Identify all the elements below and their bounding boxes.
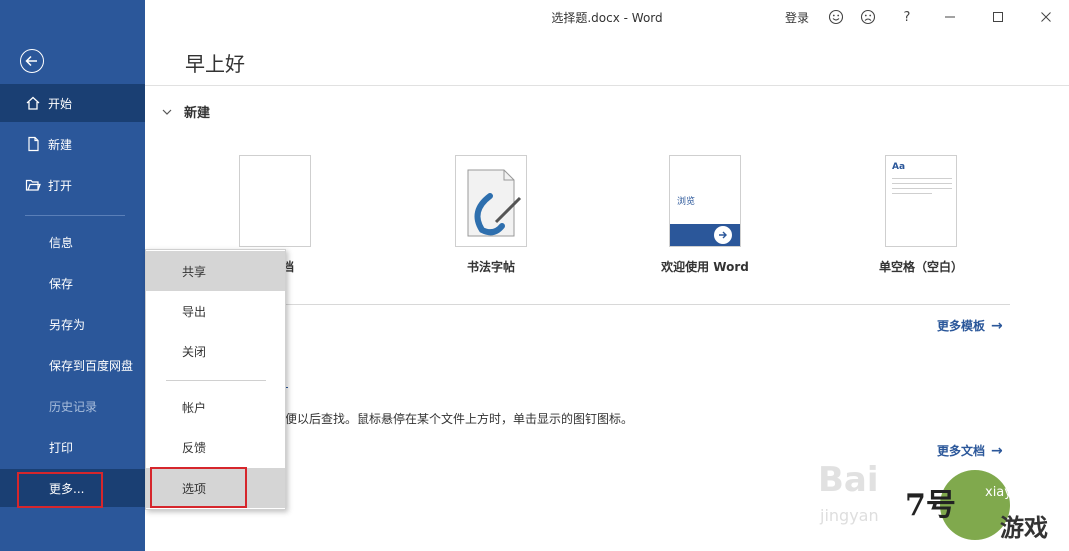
sidebar-item-label: 新建 — [48, 137, 73, 152]
arrow-right-icon: → — [991, 317, 1003, 334]
sidebar-item-label: 保存到百度网盘 — [49, 358, 134, 373]
home-icon — [24, 94, 42, 112]
sidebar-item-label: 信息 — [49, 235, 74, 250]
options-highlight-box — [150, 467, 247, 508]
thumb-line — [892, 193, 932, 194]
menu-item-close[interactable]: 关闭 — [146, 331, 285, 371]
menu-divider — [166, 380, 266, 381]
sidebar-item-info[interactable]: 信息 — [0, 223, 145, 261]
open-folder-icon — [24, 176, 42, 194]
header-divider — [145, 85, 1069, 86]
more-templates-link[interactable]: 更多模板 → — [937, 317, 1003, 334]
smile-feedback-icon[interactable] — [827, 8, 845, 26]
thumb-line — [892, 183, 952, 184]
new-document-icon — [24, 135, 42, 153]
backstage-sidebar: 开始 新建 打开 信息 保存 另存为 保存到百度网盘 历史记录 打印 更多... — [0, 0, 145, 551]
jingyan-watermark: jingyan — [820, 506, 879, 525]
template-thumb-text: Aa — [892, 162, 906, 172]
back-arrow-icon[interactable] — [20, 49, 44, 73]
greeting-heading: 早上好 — [185, 52, 245, 76]
sidebar-item-label: 打开 — [48, 178, 73, 193]
more-documents-link[interactable]: 更多文档 → — [937, 442, 1003, 459]
template-label: 书法字帖 — [466, 260, 515, 274]
template-thumbnail: 浏览 — [669, 155, 741, 247]
sidebar-item-home[interactable]: 开始 — [0, 84, 145, 122]
menu-item-export[interactable]: 导出 — [146, 291, 285, 331]
chevron-down-icon — [160, 105, 178, 119]
sidebar-divider — [25, 215, 125, 216]
title-bar: 选择题.docx - Word 登录 ? — [145, 0, 1069, 34]
template-welcome-word[interactable]: 浏览 欢迎使用 Word — [630, 155, 780, 275]
baidu-watermark: Bai — [818, 460, 879, 500]
minimize-icon[interactable] — [941, 8, 959, 26]
arrow-right-icon: → — [991, 442, 1003, 459]
new-section-label: 新建 — [184, 106, 211, 121]
sidebar-item-label: 历史记录 — [49, 399, 98, 414]
template-thumbnail — [455, 155, 527, 247]
sidebar-item-save[interactable]: 保存 — [0, 264, 145, 302]
sidebar-item-save-as[interactable]: 另存为 — [0, 305, 145, 343]
frown-feedback-icon[interactable] — [859, 8, 877, 26]
maximize-icon[interactable] — [989, 8, 1007, 26]
sidebar-item-print[interactable]: 打印 — [0, 428, 145, 466]
template-thumbnail: Aa — [885, 155, 957, 247]
menu-item-account[interactable]: 帐户 — [146, 387, 285, 427]
more-documents-label: 更多文档 — [937, 444, 986, 458]
more-highlight-box — [17, 472, 103, 508]
sidebar-item-new[interactable]: 新建 — [0, 125, 145, 163]
sidebar-item-label: 另存为 — [49, 317, 86, 332]
recent-empty-hint: 便以后查找。鼠标悬停在某个文件上方时，单击显示的图钉图标。 — [285, 412, 634, 426]
menu-item-share[interactable]: 共享 — [146, 251, 285, 291]
template-single-spaced[interactable]: Aa 单空格（空白） — [846, 155, 996, 275]
site-url-watermark: xiayx.com — [985, 485, 1052, 500]
template-label: 单空格（空白） — [878, 260, 963, 274]
help-icon[interactable]: ? — [898, 8, 916, 26]
thumb-line — [892, 188, 952, 189]
menu-item-label: 帐户 — [182, 400, 207, 415]
site-logo-number: 7号 — [905, 488, 956, 523]
window-title: 选择题.docx - Word — [551, 11, 663, 25]
calligraphy-icon — [467, 169, 522, 237]
menu-item-feedback[interactable]: 反馈 — [146, 427, 285, 467]
menu-item-label: 反馈 — [182, 440, 207, 455]
new-section-toggle[interactable]: 新建 — [160, 102, 210, 121]
sidebar-item-history: 历史记录 — [0, 387, 145, 425]
more-templates-label: 更多模板 — [937, 319, 986, 333]
sidebar-item-label: 开始 — [48, 96, 73, 111]
login-link[interactable]: 登录 — [785, 9, 809, 26]
sidebar-item-save-to-baidu[interactable]: 保存到百度网盘 — [0, 346, 145, 384]
template-thumb-text: 浏览 — [677, 197, 696, 207]
sidebar-item-label: 保存 — [49, 276, 74, 291]
menu-item-label: 导出 — [182, 304, 207, 319]
arrow-right-icon — [714, 226, 732, 244]
menu-item-label: 关闭 — [182, 344, 207, 359]
thumb-line — [892, 178, 952, 179]
template-label: 欢迎使用 Word — [661, 260, 749, 274]
site-logo-text: 游戏 — [1000, 514, 1048, 542]
menu-item-label: 共享 — [182, 264, 207, 279]
close-icon[interactable] — [1037, 8, 1055, 26]
sidebar-item-open[interactable]: 打开 — [0, 166, 145, 204]
sidebar-item-label: 打印 — [49, 440, 74, 455]
template-thumbnail — [239, 155, 311, 247]
template-calligraphy[interactable]: 书法字帖 — [416, 155, 566, 275]
templates-divider — [285, 304, 1010, 305]
